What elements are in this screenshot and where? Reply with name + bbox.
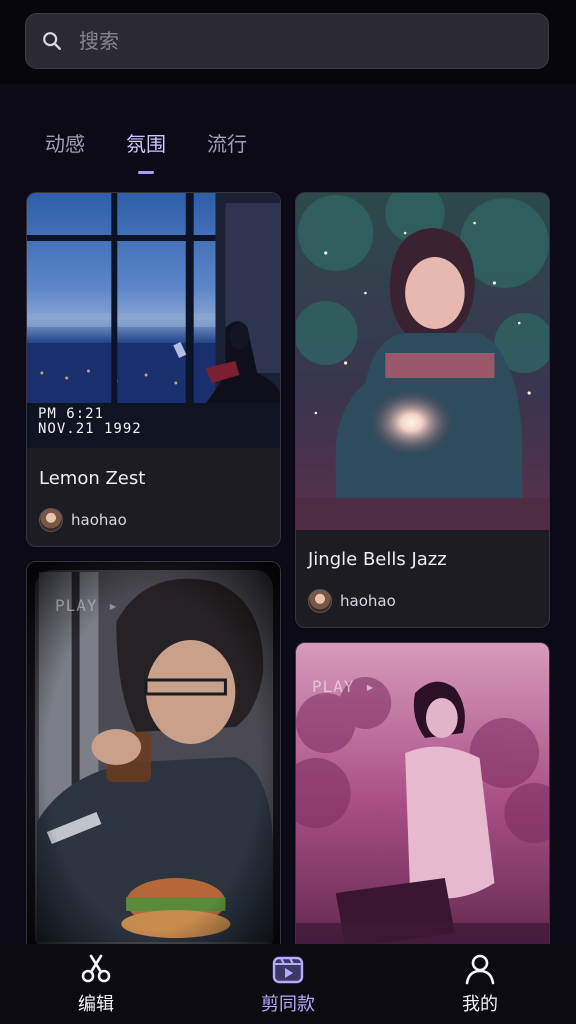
nav-profile[interactable]: 我的	[420, 944, 540, 1024]
card-title: Lemon Zest	[39, 468, 146, 489]
template-card-lemon-zest[interactable]: PM 6:21 NOV.21 1992 Lemon Zest haohao	[26, 192, 281, 547]
author-name: haohao	[340, 592, 396, 610]
nav-templates-label: 剪同款	[261, 994, 315, 1015]
profile-icon	[465, 954, 495, 985]
search-bar[interactable]	[25, 13, 549, 69]
vhs-date-overlay: NOV.21 1992	[38, 421, 142, 437]
card-thumbnail-girl-lights	[296, 193, 549, 530]
nav-edit-label: 编辑	[78, 994, 114, 1015]
card-author: haohao	[39, 508, 127, 532]
play-overlay-text: PLAY ▸	[312, 677, 376, 696]
tab-popular[interactable]: 流行	[207, 128, 247, 168]
author-name: haohao	[71, 511, 127, 529]
tab-dynamic[interactable]: 动感	[45, 128, 85, 168]
scissors-icon	[81, 954, 111, 983]
active-tab-indicator	[138, 171, 154, 174]
vhs-time-overlay: PM 6:21	[38, 406, 105, 422]
card-title: Jingle Bells Jazz	[308, 549, 447, 570]
search-input[interactable]	[77, 28, 548, 54]
tab-atmosphere[interactable]: 氛围	[126, 128, 166, 174]
category-tabs: 动感 氛围 流行	[45, 128, 288, 174]
template-card-jingle-bells-jazz[interactable]: Jingle Bells Jazz haohao	[295, 192, 550, 628]
avatar	[39, 508, 63, 532]
top-bar	[0, 0, 576, 84]
nav-profile-label: 我的	[462, 994, 498, 1015]
app-root: 动感 氛围 流行	[0, 0, 576, 1024]
template-card-man-drinking[interactable]: PLAY ▸	[26, 561, 281, 961]
card-thumbnail-man-drinking	[27, 562, 280, 960]
nav-edit[interactable]: 编辑	[36, 944, 156, 1024]
template-video-icon	[272, 956, 304, 984]
avatar	[308, 589, 332, 613]
template-card-pink-portrait[interactable]: PLAY ▸	[295, 642, 550, 962]
search-icon	[43, 32, 61, 50]
nav-templates[interactable]: 剪同款	[228, 944, 348, 1024]
bottom-navigation: 编辑 剪同款 我的	[0, 944, 576, 1024]
play-overlay-text: PLAY ▸	[55, 596, 119, 615]
card-author: haohao	[308, 589, 396, 613]
